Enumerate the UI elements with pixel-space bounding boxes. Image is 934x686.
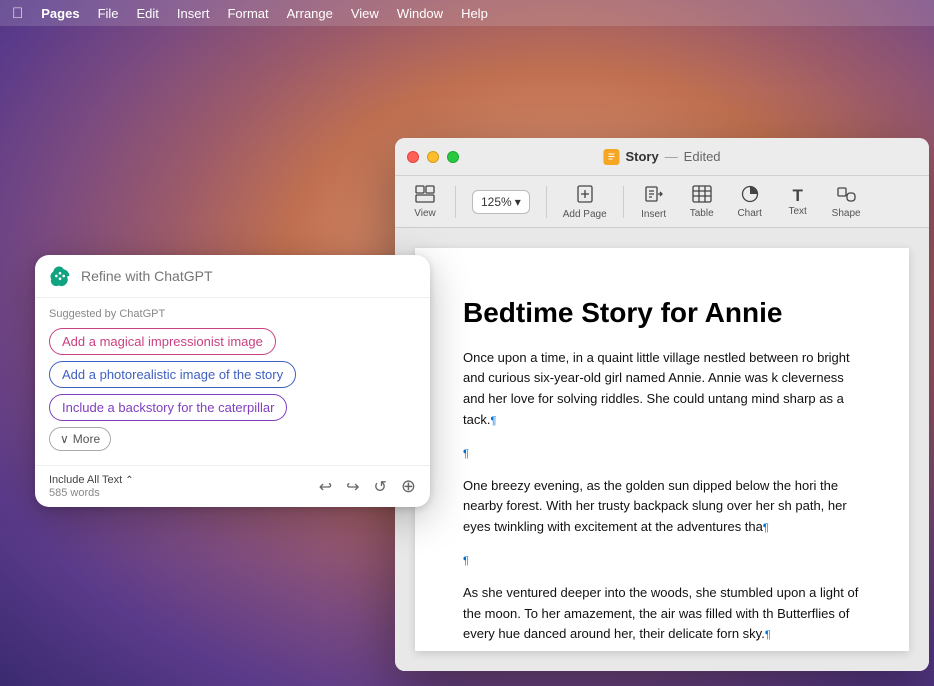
toolbar-chart[interactable]: Chart [728,181,772,223]
chatgpt-footer: Include All Text ⌃ 585 words ↩ ↪ ↺ ⊕ [35,465,430,507]
include-all-text: Include All Text ⌃ [49,474,134,486]
paragraph-mark-2: ¶ [463,448,469,460]
toolbar-shape[interactable]: Shape [824,181,869,223]
menubar-edit[interactable]: Edit [137,6,159,21]
include-text-label: Include All Text [49,474,122,486]
paragraph-3-text: One breezy evening, as the golden sun di… [463,478,847,535]
paragraph-mark-1: ¶ [490,415,496,427]
chatgpt-refine-input[interactable] [81,268,416,284]
add-page-icon [575,184,595,207]
redo-icon[interactable]: ↪ [346,477,359,497]
more-label: More [73,432,100,446]
toolbar-view[interactable]: View [403,181,447,223]
toolbar-table[interactable]: Table [680,181,724,223]
toolbar-text[interactable]: T Text [776,183,820,221]
menubar-file[interactable]: File [98,6,119,21]
chart-icon [740,185,760,206]
window-titlebar: Story — Edited [395,138,929,176]
paragraph-mark-3: ¶ [763,522,769,534]
pages-window: Story — Edited View 125% ▾ [395,138,929,671]
close-button[interactable] [407,151,419,163]
suggestion-1[interactable]: Add a magical impressionist image [49,328,276,355]
toolbar-add-page[interactable]: Add Page [555,180,615,224]
toolbar-insert[interactable]: Insert [632,180,676,224]
menubar-view[interactable]: View [351,6,379,21]
chatgpt-panel: Suggested by ChatGPT Add a magical impre… [35,255,430,507]
toolbar: View 125% ▾ Add Page [395,176,929,228]
undo-icon[interactable]: ↩ [319,477,332,497]
shape-label: Shape [832,208,861,219]
menubar-arrange[interactable]: Arrange [287,6,333,21]
window-title-area: Story — Edited [603,149,720,165]
apple-menu[interactable]:  [12,5,23,22]
add-page-label: Add Page [563,209,607,220]
minimize-button[interactable] [427,151,439,163]
toolbar-zoom[interactable]: 125% ▾ [464,186,538,218]
fullscreen-button[interactable] [447,151,459,163]
menubar-window[interactable]: Window [397,6,443,21]
insert-icon [644,184,664,207]
table-label: Table [690,208,714,219]
zoom-chevron: ▾ [515,195,521,209]
document-title: Story [625,149,658,164]
table-icon [692,185,712,206]
paragraph-1: Once upon a time, in a quaint little vil… [463,348,861,431]
chart-label: Chart [737,208,761,219]
paragraph-3: One breezy evening, as the golden sun di… [463,476,861,538]
include-icon: ⌃ [125,475,133,486]
insert-label: Insert [641,209,666,220]
paragraph-1-text: Once upon a time, in a quaint little vil… [463,350,850,427]
paragraph-5: As she ventured deeper into the woods, s… [463,583,861,645]
more-button[interactable]: ∨ More [49,427,111,451]
add-icon[interactable]: ⊕ [401,476,416,497]
text-icon: T [792,187,802,204]
menubar-format[interactable]: Format [227,6,268,21]
suggested-by-label: Suggested by ChatGPT [49,308,416,320]
toolbar-divider-2 [546,186,547,218]
paragraph-mark-4: ¶ [463,555,469,567]
zoom-control[interactable]: 125% ▾ [472,190,530,214]
refresh-icon[interactable]: ↺ [374,477,387,497]
document-heading: Bedtime Story for Annie [463,296,861,330]
chatgpt-input-area[interactable] [35,255,430,298]
menubar-help[interactable]: Help [461,6,488,21]
footer-info: Include All Text ⌃ 585 words [49,474,134,499]
paragraph-2-empty: ¶ [463,443,861,464]
title-separator: — [665,149,678,164]
suggestions-area: Suggested by ChatGPT Add a magical impre… [35,298,430,465]
text-label: Text [789,206,807,217]
edited-status: Edited [684,149,721,164]
word-count: 585 words [49,487,134,499]
traffic-lights [407,151,459,163]
paragraph-5-text: As she ventured deeper into the woods, s… [463,585,858,642]
view-label: View [414,208,436,219]
view-icon [415,185,435,206]
zoom-value: 125% [481,195,512,209]
shape-icon [836,185,856,206]
chatgpt-logo-icon [49,265,71,287]
document-content-area: Bedtime Story for Annie Once upon a time… [395,228,929,671]
suggestion-3[interactable]: Include a backstory for the caterpillar [49,394,287,421]
footer-actions: ↩ ↪ ↺ ⊕ [319,476,416,497]
paragraph-mark-5: ¶ [765,629,771,641]
paragraph-4-empty: ¶ [463,550,861,571]
toolbar-divider-3 [623,186,624,218]
suggestion-2[interactable]: Add a photorealistic image of the story [49,361,296,388]
menubar:  Pages File Edit Insert Format Arrange … [0,0,934,26]
menubar-insert[interactable]: Insert [177,6,210,21]
toolbar-divider-1 [455,186,456,218]
chevron-down-icon: ∨ [60,432,69,446]
document-icon [603,149,619,165]
document-page: Bedtime Story for Annie Once upon a time… [415,248,909,651]
menubar-pages[interactable]: Pages [41,6,79,21]
